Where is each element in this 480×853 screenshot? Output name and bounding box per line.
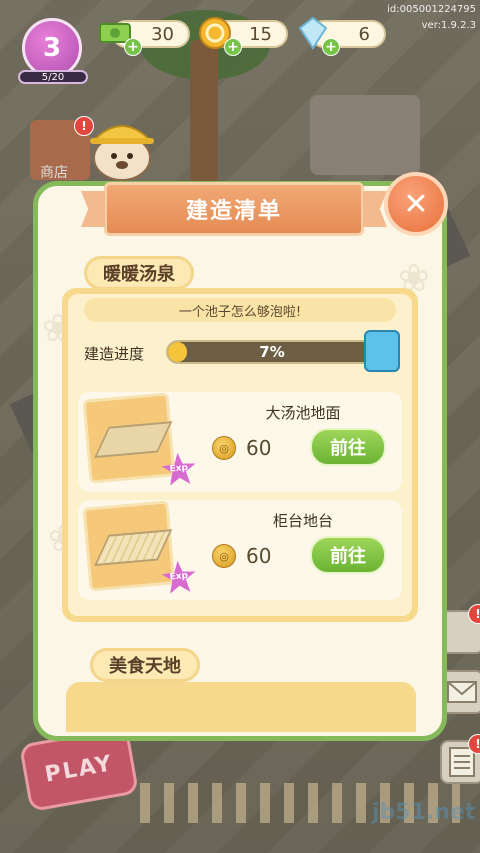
item-name: 大汤池地面 <box>265 404 341 422</box>
go-label: 前往 <box>330 546 366 567</box>
diamond-value: 6 <box>358 23 370 45</box>
dialog-title-ribbon: 建造清单 <box>104 182 364 236</box>
section-tab-hot-spring[interactable]: 暖暖汤泉 <box>84 256 194 290</box>
item-thumbnail: Exp <box>82 392 176 483</box>
exp-star-icon: Exp <box>161 559 198 594</box>
notification-badge: ! <box>468 604 480 624</box>
add-cash-button[interactable]: + <box>124 38 142 56</box>
next-section-panel <box>66 682 416 732</box>
cash-counter[interactable]: + 30 <box>99 20 190 56</box>
floor-tile-icon <box>93 421 173 459</box>
account-id: id:005001224795 <box>387 4 476 15</box>
coin-value: 15 <box>249 23 272 45</box>
progress-text: 7% <box>259 343 285 361</box>
version-label: ver:1.9.2.3 <box>421 20 476 31</box>
cash-value: 30 <box>151 23 174 45</box>
add-coin-button[interactable]: + <box>224 38 242 56</box>
reward-chest-icon[interactable] <box>364 330 400 372</box>
exp-star-icon: Exp <box>161 451 198 486</box>
play-label: PLAY <box>42 750 116 788</box>
dialog-title: 建造清单 <box>185 199 282 224</box>
progress-label: 建造进度 <box>84 345 145 363</box>
mail-icon <box>447 681 477 703</box>
coin-counter[interactable]: + 15 <box>199 17 288 56</box>
xp-text: 5/20 <box>41 71 65 83</box>
wood-platform-icon <box>93 529 173 567</box>
section-subtitle: 一个池子怎么够泡啦! <box>84 298 396 322</box>
xp-bar: 5/20 <box>18 70 88 84</box>
mascot-dog-icon <box>90 125 154 181</box>
go-label: 前往 <box>330 438 366 459</box>
diamond-counter[interactable]: + 6 <box>298 16 386 56</box>
section-name: 美食天地 <box>109 656 181 677</box>
item-cost: 60 <box>246 436 272 460</box>
shop-label: 商店 <box>40 165 68 181</box>
background-building <box>310 95 420 175</box>
build-progress-bar: 7% <box>166 340 378 364</box>
build-item: Exp 大汤池地面 ◎ 60 前往 <box>78 392 402 492</box>
go-button[interactable]: 前往 <box>310 536 386 574</box>
close-icon: ✕ <box>403 186 429 222</box>
player-level: 3 <box>42 33 62 63</box>
go-button[interactable]: 前往 <box>310 428 386 466</box>
palm-tree <box>190 40 218 200</box>
coin-icon: ◎ <box>212 544 236 568</box>
section-name: 暖暖汤泉 <box>103 264 175 285</box>
close-button[interactable]: ✕ <box>384 172 448 236</box>
notification-badge: ! <box>74 116 94 136</box>
build-item: Exp 柜台地台 ◎ 60 前往 <box>78 500 402 600</box>
add-diamond-button[interactable]: + <box>322 38 340 56</box>
player-level-badge[interactable]: 3 <box>22 18 82 78</box>
item-cost: 60 <box>246 544 272 568</box>
item-name: 柜台地台 <box>272 512 333 530</box>
coin-icon: ◎ <box>212 436 236 460</box>
task-list-button[interactable]: ! <box>440 734 480 784</box>
watermark: jb51.net <box>372 800 476 825</box>
section-tab-food[interactable]: 美食天地 <box>90 648 200 682</box>
item-thumbnail: Exp <box>82 500 176 591</box>
